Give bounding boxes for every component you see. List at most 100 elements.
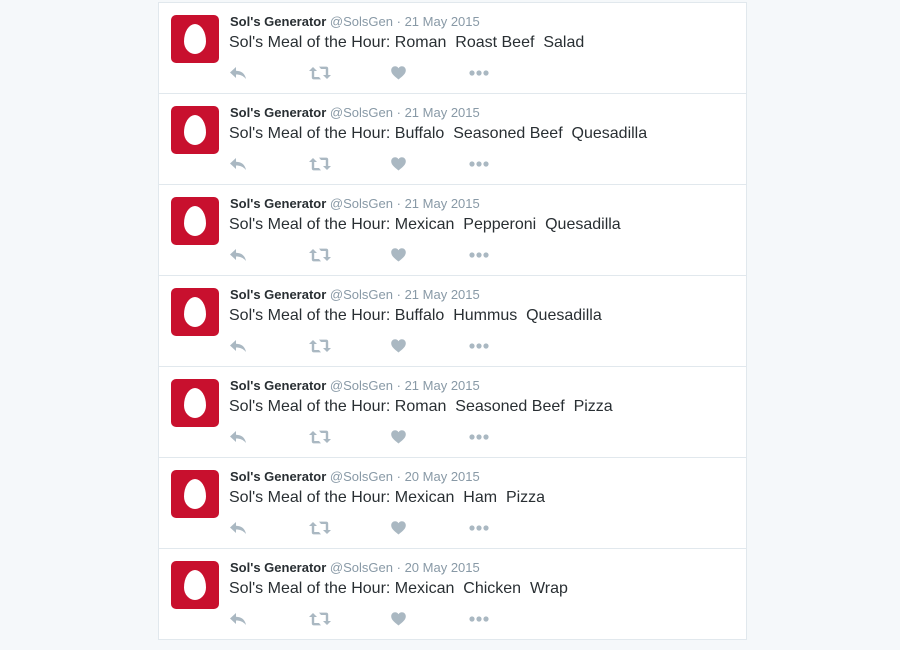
more-icon <box>469 343 489 349</box>
tweet-date[interactable]: 20 May 2015 <box>405 469 480 484</box>
reply-button[interactable] <box>229 338 247 354</box>
reply-button[interactable] <box>229 156 247 172</box>
reply-icon <box>230 613 246 625</box>
user-handle[interactable]: @SolsGen <box>330 287 393 302</box>
avatar[interactable] <box>171 288 219 336</box>
tweet-actions <box>229 611 529 627</box>
reply-icon <box>230 340 246 352</box>
more-button[interactable] <box>469 429 489 445</box>
heart-icon <box>391 612 406 626</box>
retweet-button[interactable] <box>309 429 331 445</box>
separator: · <box>396 378 401 393</box>
retweet-button[interactable] <box>309 338 331 354</box>
avatar[interactable] <box>171 197 219 245</box>
tweet-date[interactable]: 21 May 2015 <box>405 196 480 211</box>
user-handle[interactable]: @SolsGen <box>330 378 393 393</box>
user-name[interactable]: Sol's Generator <box>230 105 326 120</box>
user-handle[interactable]: @SolsGen <box>330 105 393 120</box>
tweet[interactable]: Sol's Generator @SolsGen · 21 May 2015 S… <box>159 185 746 276</box>
like-button[interactable] <box>391 247 406 263</box>
retweet-icon <box>309 430 331 444</box>
retweet-button[interactable] <box>309 520 331 536</box>
separator: · <box>396 469 401 484</box>
more-button[interactable] <box>469 520 489 536</box>
retweet-icon <box>309 66 331 80</box>
tweet[interactable]: Sol's Generator @SolsGen · 21 May 2015 S… <box>159 3 746 94</box>
retweet-icon <box>309 157 331 171</box>
tweet[interactable]: Sol's Generator @SolsGen · 21 May 2015 S… <box>159 94 746 185</box>
retweet-icon <box>309 339 331 353</box>
avatar[interactable] <box>171 379 219 427</box>
reply-button[interactable] <box>229 429 247 445</box>
tweet[interactable]: Sol's Generator @SolsGen · 20 May 2015 S… <box>159 458 746 549</box>
tweet-actions <box>229 429 529 445</box>
reply-button[interactable] <box>229 65 247 81</box>
user-handle[interactable]: @SolsGen <box>330 560 393 575</box>
more-button[interactable] <box>469 247 489 263</box>
reply-icon <box>230 158 246 170</box>
user-handle[interactable]: @SolsGen <box>330 196 393 211</box>
like-button[interactable] <box>391 156 406 172</box>
reply-button[interactable] <box>229 611 247 627</box>
user-name[interactable]: Sol's Generator <box>230 287 326 302</box>
tweet-text: Sol's Meal of the Hour: Roman Roast Beef… <box>229 34 585 51</box>
reply-icon <box>230 67 246 79</box>
retweet-icon <box>309 521 331 535</box>
user-name[interactable]: Sol's Generator <box>230 378 326 393</box>
more-button[interactable] <box>469 156 489 172</box>
egg-avatar-icon <box>184 388 206 418</box>
more-button[interactable] <box>469 338 489 354</box>
tweet-text: Sol's Meal of the Hour: Buffalo Seasoned… <box>229 125 648 142</box>
retweet-button[interactable] <box>309 247 331 263</box>
tweet-text: Sol's Meal of the Hour: Mexican Chicken … <box>229 580 568 597</box>
avatar[interactable] <box>171 561 219 609</box>
egg-avatar-icon <box>184 479 206 509</box>
more-icon <box>469 616 489 622</box>
separator: · <box>396 14 401 29</box>
retweet-icon <box>309 248 331 262</box>
more-icon <box>469 70 489 76</box>
egg-avatar-icon <box>184 115 206 145</box>
tweet-header: Sol's Generator @SolsGen · 21 May 2015 <box>230 378 480 394</box>
like-button[interactable] <box>391 520 406 536</box>
heart-icon <box>391 66 406 80</box>
tweet[interactable]: Sol's Generator @SolsGen · 21 May 2015 S… <box>159 276 746 367</box>
tweet-actions <box>229 520 529 536</box>
reply-icon <box>230 431 246 443</box>
user-name[interactable]: Sol's Generator <box>230 196 326 211</box>
tweet-date[interactable]: 21 May 2015 <box>405 14 480 29</box>
tweet[interactable]: Sol's Generator @SolsGen · 21 May 2015 S… <box>159 367 746 458</box>
tweet-date[interactable]: 21 May 2015 <box>405 105 480 120</box>
retweet-button[interactable] <box>309 156 331 172</box>
heart-icon <box>391 339 406 353</box>
like-button[interactable] <box>391 65 406 81</box>
avatar[interactable] <box>171 106 219 154</box>
heart-icon <box>391 248 406 262</box>
avatar[interactable] <box>171 15 219 63</box>
reply-button[interactable] <box>229 247 247 263</box>
like-button[interactable] <box>391 338 406 354</box>
avatar[interactable] <box>171 470 219 518</box>
tweet-header: Sol's Generator @SolsGen · 20 May 2015 <box>230 469 480 485</box>
more-button[interactable] <box>469 65 489 81</box>
retweet-button[interactable] <box>309 611 331 627</box>
more-button[interactable] <box>469 611 489 627</box>
user-handle[interactable]: @SolsGen <box>330 14 393 29</box>
tweet-date[interactable]: 21 May 2015 <box>405 378 480 393</box>
separator: · <box>396 560 401 575</box>
tweet-date[interactable]: 21 May 2015 <box>405 287 480 302</box>
user-name[interactable]: Sol's Generator <box>230 14 326 29</box>
tweet[interactable]: Sol's Generator @SolsGen · 20 May 2015 S… <box>159 549 746 640</box>
user-name[interactable]: Sol's Generator <box>230 560 326 575</box>
like-button[interactable] <box>391 429 406 445</box>
reply-button[interactable] <box>229 520 247 536</box>
retweet-button[interactable] <box>309 65 331 81</box>
tweet-text: Sol's Meal of the Hour: Buffalo Hummus Q… <box>229 307 602 324</box>
tweet-text: Sol's Meal of the Hour: Mexican Ham Pizz… <box>229 489 546 506</box>
tweet-date[interactable]: 20 May 2015 <box>405 560 480 575</box>
tweet-text: Sol's Meal of the Hour: Mexican Pepperon… <box>229 216 621 233</box>
like-button[interactable] <box>391 611 406 627</box>
separator: · <box>396 196 401 211</box>
user-handle[interactable]: @SolsGen <box>330 469 393 484</box>
user-name[interactable]: Sol's Generator <box>230 469 326 484</box>
